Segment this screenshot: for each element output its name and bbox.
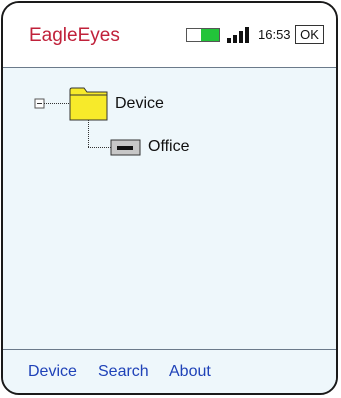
device-tree-view: Device Office <box>3 68 336 349</box>
tree-item-device[interactable]: Device <box>115 95 164 113</box>
status-bar: EagleEyes 16:53 OK <box>3 3 336 68</box>
tree-item-office[interactable]: Office <box>148 138 190 156</box>
clock: 16:53 <box>258 27 291 42</box>
collapse-toggle-icon[interactable] <box>34 98 45 109</box>
signal-strength-icon <box>227 25 253 43</box>
tree-connectors <box>34 87 141 156</box>
ok-button[interactable]: OK <box>295 25 324 44</box>
signal-bar <box>227 38 231 43</box>
device-icon[interactable] <box>110 139 141 156</box>
menu-search[interactable]: Search <box>98 363 149 381</box>
signal-bar <box>245 27 249 43</box>
signal-bar <box>233 35 237 43</box>
menu-about[interactable]: About <box>169 363 211 381</box>
signal-bar <box>239 31 243 43</box>
app-title: EagleEyes <box>29 25 120 46</box>
battery-level <box>201 29 219 41</box>
bottom-menu: Device Search About <box>3 349 336 393</box>
phone-frame: EagleEyes 16:53 OK Device Office Device … <box>1 1 338 395</box>
folder-icon[interactable] <box>69 87 108 121</box>
battery-icon <box>186 28 220 42</box>
menu-device[interactable]: Device <box>28 363 77 381</box>
